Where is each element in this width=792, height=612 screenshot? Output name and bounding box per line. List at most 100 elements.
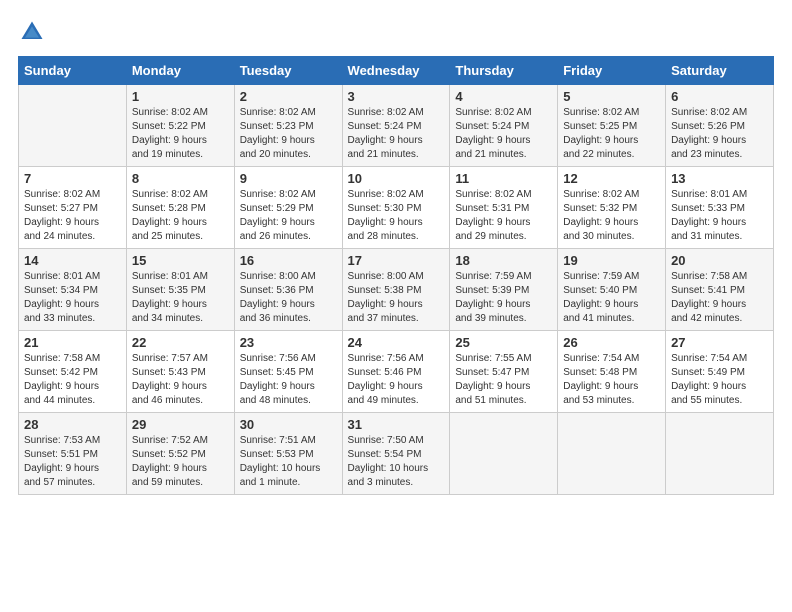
day-info: Sunrise: 8:02 AM Sunset: 5:26 PM Dayligh…: [671, 106, 768, 162]
calendar-cell: 5 Sunrise: 8:02 AM Sunset: 5:25 PM Daylig…: [558, 85, 666, 167]
calendar-cell: 8 Sunrise: 8:02 AM Sunset: 5:28 PM Daylig…: [126, 167, 234, 249]
day-info: Sunrise: 7:58 AM Sunset: 5:42 PM Dayligh…: [24, 352, 121, 408]
calendar-cell: 15 Sunrise: 8:01 AM Sunset: 5:35 PM Dayli…: [126, 249, 234, 331]
calendar-cell: 29Sunrise: 7:52 AM Sunset: 5:52 PM Dayli…: [126, 413, 234, 495]
logo-icon: [18, 18, 46, 46]
day-number: 14: [24, 253, 121, 268]
day-info: Sunrise: 8:02 AM Sunset: 5:23 PM Dayligh…: [240, 106, 337, 162]
day-number: 21: [24, 335, 121, 350]
calendar-cell: 13 Sunrise: 8:01 AM Sunset: 5:33 PM Dayli…: [666, 167, 774, 249]
day-number: 15: [132, 253, 229, 268]
day-info: Sunrise: 8:00 AM Sunset: 5:36 PM Dayligh…: [240, 270, 337, 326]
day-info: Sunrise: 7:58 AM Sunset: 5:41 PM Dayligh…: [671, 270, 768, 326]
calendar-cell: 28 Sunrise: 7:53 AM Sunset: 5:51 PM Dayli…: [19, 413, 127, 495]
day-number: 19: [563, 253, 660, 268]
day-info: Sunrise: 8:02 AM Sunset: 5:22 PM Dayligh…: [132, 106, 229, 162]
col-header-friday: Friday: [558, 57, 666, 85]
calendar-cell: 2 Sunrise: 8:02 AM Sunset: 5:23 PM Daylig…: [234, 85, 342, 167]
calendar-cell: 7Sunrise: 8:02 AM Sunset: 5:27 PM Daylig…: [19, 167, 127, 249]
page-container: SundayMondayTuesdayWednesdayThursdayFrid…: [0, 0, 792, 505]
day-info: Sunrise: 7:51 AM Sunset: 5:53 PM Dayligh…: [240, 434, 337, 490]
day-number: 30: [240, 417, 337, 432]
day-info: Sunrise: 8:02 AM Sunset: 5:24 PM Dayligh…: [348, 106, 445, 162]
day-number: 17: [348, 253, 445, 268]
day-number: 27: [671, 335, 768, 350]
day-number: 8: [132, 171, 229, 186]
day-number: 25: [455, 335, 552, 350]
header-row: SundayMondayTuesdayWednesdayThursdayFrid…: [19, 57, 774, 85]
col-header-monday: Monday: [126, 57, 234, 85]
day-info: Sunrise: 7:57 AM Sunset: 5:43 PM Dayligh…: [132, 352, 229, 408]
day-info: Sunrise: 8:02 AM Sunset: 5:30 PM Dayligh…: [348, 188, 445, 244]
day-info: Sunrise: 8:00 AM Sunset: 5:38 PM Dayligh…: [348, 270, 445, 326]
day-info: Sunrise: 7:50 AM Sunset: 5:54 PM Dayligh…: [348, 434, 445, 490]
day-number: 3: [348, 89, 445, 104]
calendar-cell: 16 Sunrise: 8:00 AM Sunset: 5:36 PM Dayli…: [234, 249, 342, 331]
day-info: Sunrise: 8:01 AM Sunset: 5:34 PM Dayligh…: [24, 270, 121, 326]
day-number: 20: [671, 253, 768, 268]
day-number: 12: [563, 171, 660, 186]
calendar-cell: [19, 85, 127, 167]
calendar-cell: 31 Sunrise: 7:50 AM Sunset: 5:54 PM Dayli…: [342, 413, 450, 495]
calendar-cell: 10Sunrise: 8:02 AM Sunset: 5:30 PM Dayli…: [342, 167, 450, 249]
day-info: Sunrise: 8:01 AM Sunset: 5:35 PM Dayligh…: [132, 270, 229, 326]
week-row-2: 14 Sunrise: 8:01 AM Sunset: 5:34 PM Dayli…: [19, 249, 774, 331]
calendar-cell: [450, 413, 558, 495]
day-info: Sunrise: 8:01 AM Sunset: 5:33 PM Dayligh…: [671, 188, 768, 244]
day-number: 5: [563, 89, 660, 104]
day-info: Sunrise: 7:59 AM Sunset: 5:40 PM Dayligh…: [563, 270, 660, 326]
calendar-cell: 4 Sunrise: 8:02 AM Sunset: 5:24 PM Daylig…: [450, 85, 558, 167]
day-number: 29: [132, 417, 229, 432]
day-info: Sunrise: 7:59 AM Sunset: 5:39 PM Dayligh…: [455, 270, 552, 326]
calendar-cell: 3 Sunrise: 8:02 AM Sunset: 5:24 PM Daylig…: [342, 85, 450, 167]
day-info: Sunrise: 7:54 AM Sunset: 5:48 PM Dayligh…: [563, 352, 660, 408]
logo: [18, 18, 50, 46]
header: [18, 18, 774, 46]
day-number: 16: [240, 253, 337, 268]
day-info: Sunrise: 8:02 AM Sunset: 5:25 PM Dayligh…: [563, 106, 660, 162]
day-info: Sunrise: 8:02 AM Sunset: 5:24 PM Dayligh…: [455, 106, 552, 162]
day-info: Sunrise: 8:02 AM Sunset: 5:29 PM Dayligh…: [240, 188, 337, 244]
day-number: 23: [240, 335, 337, 350]
day-number: 2: [240, 89, 337, 104]
col-header-wednesday: Wednesday: [342, 57, 450, 85]
col-header-sunday: Sunday: [19, 57, 127, 85]
day-info: Sunrise: 8:02 AM Sunset: 5:28 PM Dayligh…: [132, 188, 229, 244]
day-info: Sunrise: 8:02 AM Sunset: 5:32 PM Dayligh…: [563, 188, 660, 244]
day-number: 22: [132, 335, 229, 350]
calendar-cell: 26 Sunrise: 7:54 AM Sunset: 5:48 PM Dayli…: [558, 331, 666, 413]
week-row-1: 7Sunrise: 8:02 AM Sunset: 5:27 PM Daylig…: [19, 167, 774, 249]
day-number: 24: [348, 335, 445, 350]
day-info: Sunrise: 7:56 AM Sunset: 5:46 PM Dayligh…: [348, 352, 445, 408]
calendar-cell: 27Sunrise: 7:54 AM Sunset: 5:49 PM Dayli…: [666, 331, 774, 413]
calendar-cell: [666, 413, 774, 495]
day-number: 4: [455, 89, 552, 104]
calendar-cell: 20 Sunrise: 7:58 AM Sunset: 5:41 PM Dayli…: [666, 249, 774, 331]
day-number: 28: [24, 417, 121, 432]
day-number: 13: [671, 171, 768, 186]
day-number: 31: [348, 417, 445, 432]
calendar-cell: 23 Sunrise: 7:56 AM Sunset: 5:45 PM Dayli…: [234, 331, 342, 413]
calendar-cell: [558, 413, 666, 495]
calendar-cell: 25 Sunrise: 7:55 AM Sunset: 5:47 PM Dayli…: [450, 331, 558, 413]
day-number: 7: [24, 171, 121, 186]
col-header-thursday: Thursday: [450, 57, 558, 85]
calendar-cell: 17 Sunrise: 8:00 AM Sunset: 5:38 PM Dayli…: [342, 249, 450, 331]
calendar-table: SundayMondayTuesdayWednesdayThursdayFrid…: [18, 56, 774, 495]
calendar-cell: 9Sunrise: 8:02 AM Sunset: 5:29 PM Daylig…: [234, 167, 342, 249]
day-number: 1: [132, 89, 229, 104]
calendar-cell: 18 Sunrise: 7:59 AM Sunset: 5:39 PM Dayli…: [450, 249, 558, 331]
calendar-cell: 21 Sunrise: 7:58 AM Sunset: 5:42 PM Dayli…: [19, 331, 127, 413]
day-number: 18: [455, 253, 552, 268]
calendar-cell: 1 Sunrise: 8:02 AM Sunset: 5:22 PM Daylig…: [126, 85, 234, 167]
col-header-saturday: Saturday: [666, 57, 774, 85]
day-info: Sunrise: 7:56 AM Sunset: 5:45 PM Dayligh…: [240, 352, 337, 408]
day-number: 11: [455, 171, 552, 186]
day-info: Sunrise: 7:55 AM Sunset: 5:47 PM Dayligh…: [455, 352, 552, 408]
calendar-cell: 22 Sunrise: 7:57 AM Sunset: 5:43 PM Dayli…: [126, 331, 234, 413]
calendar-cell: 30 Sunrise: 7:51 AM Sunset: 5:53 PM Dayli…: [234, 413, 342, 495]
day-number: 6: [671, 89, 768, 104]
day-number: 26: [563, 335, 660, 350]
day-info: Sunrise: 7:53 AM Sunset: 5:51 PM Dayligh…: [24, 434, 121, 490]
calendar-cell: 19 Sunrise: 7:59 AM Sunset: 5:40 PM Dayli…: [558, 249, 666, 331]
